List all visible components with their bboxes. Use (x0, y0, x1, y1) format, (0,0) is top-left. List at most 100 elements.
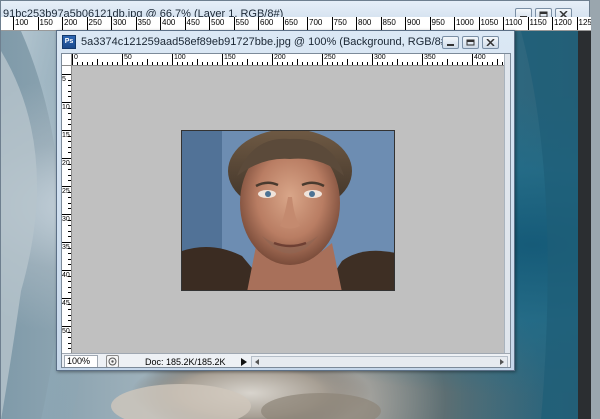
ruler-minor-tick (68, 264, 71, 266)
ruler-minor-tick (68, 281, 71, 283)
ruler-label: 950 (431, 18, 445, 27)
ruler-tick (62, 186, 71, 187)
ruler-minor-tick (107, 62, 108, 65)
ruler-minor-tick (367, 62, 368, 65)
ruler-minor-tick (282, 62, 283, 65)
ruler-minor-tick (68, 208, 71, 210)
ruler-minor-tick (77, 62, 78, 65)
scroll-left-icon[interactable] (253, 358, 261, 366)
ruler-tick (160, 17, 161, 30)
ruler-minor-tick (207, 62, 208, 65)
close-icon (486, 39, 495, 46)
status-menu-button[interactable] (239, 356, 249, 368)
close-button[interactable] (482, 36, 499, 49)
ruler-tick (272, 54, 273, 65)
ruler-minor-tick (457, 62, 458, 65)
scroll-right-icon[interactable] (498, 358, 506, 366)
ruler-minor-tick (167, 62, 168, 65)
ruler-minor-tick (307, 62, 308, 65)
ruler-minor-tick (87, 62, 88, 65)
status-bar: 100% Doc: 185.2K/185.2K (62, 353, 510, 368)
ruler-label: 100 (15, 18, 29, 27)
ruler-minor-tick (68, 309, 71, 311)
ruler-tick (331, 17, 333, 30)
ruler-minor-tick (327, 62, 328, 65)
ruler-minor-tick (377, 62, 378, 65)
ruler-minor-tick (177, 62, 178, 65)
ruler-tick (62, 102, 71, 103)
ruler-minor-tick (182, 62, 183, 65)
ruler-minor-tick (302, 62, 303, 65)
ruler-minor-tick (68, 107, 71, 109)
ruler-minor-tick (497, 59, 498, 65)
ruler-minor-tick (247, 59, 248, 65)
ruler-tick (62, 270, 71, 271)
portrait-image (182, 131, 394, 290)
ruler-minor-tick (97, 59, 98, 65)
triangle-right-icon (241, 357, 247, 366)
ruler-minor-tick (68, 247, 71, 249)
ruler-label: 300 (374, 54, 386, 61)
restore-button[interactable] (462, 36, 479, 49)
ruler-label: 700 (309, 18, 323, 27)
ruler-minor-tick (127, 62, 128, 65)
ruler-minor-tick (252, 62, 253, 65)
ruler-minor-tick (427, 62, 428, 65)
ruler-minor-tick (357, 62, 358, 65)
ruler-label: 400 (162, 18, 176, 27)
minimize-button[interactable] (442, 36, 459, 49)
front-document-window[interactable]: Ps 5a3374c121259aad58ef89eb91727bbe.jpg … (56, 30, 515, 371)
ruler-minor-tick (68, 314, 71, 316)
ruler-minor-tick (402, 62, 403, 65)
ruler-minor-tick (297, 59, 298, 65)
ruler-label: 150 (224, 54, 236, 61)
ruler-label: 50 (124, 54, 132, 61)
ruler-minor-tick (68, 163, 71, 165)
ruler-tick (13, 17, 14, 30)
ruler-label: 1200 (554, 18, 572, 27)
ruler-tick (405, 17, 406, 30)
front-window-titlebar[interactable]: Ps 5a3374c121259aad58ef89eb91727bbe.jpg … (57, 31, 514, 53)
ruler-minor-tick (232, 62, 233, 65)
ruler-minor-tick (502, 62, 503, 65)
ruler-minor-tick (112, 62, 113, 65)
ruler-minor-tick (192, 62, 193, 65)
ruler-tick (172, 54, 173, 65)
ruler-label: 400 (474, 54, 486, 61)
ruler-minor-tick (292, 62, 293, 65)
ruler-minor-tick (442, 62, 443, 65)
ruler-tick (503, 17, 504, 30)
horizontal-scrollbar[interactable] (251, 355, 508, 367)
ruler-minor-tick (68, 337, 71, 339)
ruler-minor-tick (68, 124, 71, 126)
front-left-ruler[interactable]: 5 10 15 20 25 30 35 40 45 50 (62, 66, 72, 353)
document-canvas-area[interactable] (72, 66, 504, 353)
vertical-scrollbar[interactable] (504, 54, 510, 353)
ruler-minor-tick (68, 286, 71, 288)
ruler-tick (62, 242, 71, 243)
back-top-ruler: 0501001502002503003504004505005506006507… (1, 17, 591, 31)
ruler-minor-tick (68, 135, 71, 137)
ruler-minor-tick (162, 62, 163, 65)
front-top-ruler[interactable]: 0 50 100 150 200 250 300 350 400 (72, 54, 504, 66)
ruler-minor-tick (68, 197, 71, 199)
ruler-minor-tick (157, 62, 158, 65)
ruler-label: 1050 (480, 18, 499, 27)
ruler-minor-tick (227, 62, 228, 65)
ruler-minor-tick (237, 62, 238, 65)
ruler-origin-corner[interactable] (62, 54, 72, 66)
ruler-minor-tick (392, 62, 393, 65)
ruler-minor-tick (68, 258, 71, 260)
ruler-minor-tick (68, 236, 71, 238)
zoom-level-field[interactable]: 100% (64, 355, 98, 367)
ruler-tick (111, 17, 112, 30)
ruler-minor-tick (68, 85, 71, 87)
ruler-minor-tick (437, 62, 438, 65)
ruler-minor-tick (68, 174, 71, 176)
ruler-minor-tick (202, 62, 203, 65)
ruler-minor-tick (68, 118, 71, 120)
ruler-minor-tick (492, 62, 493, 65)
ruler-minor-tick (92, 62, 93, 65)
status-info-button[interactable] (106, 355, 119, 367)
ruler-minor-tick (187, 62, 188, 65)
